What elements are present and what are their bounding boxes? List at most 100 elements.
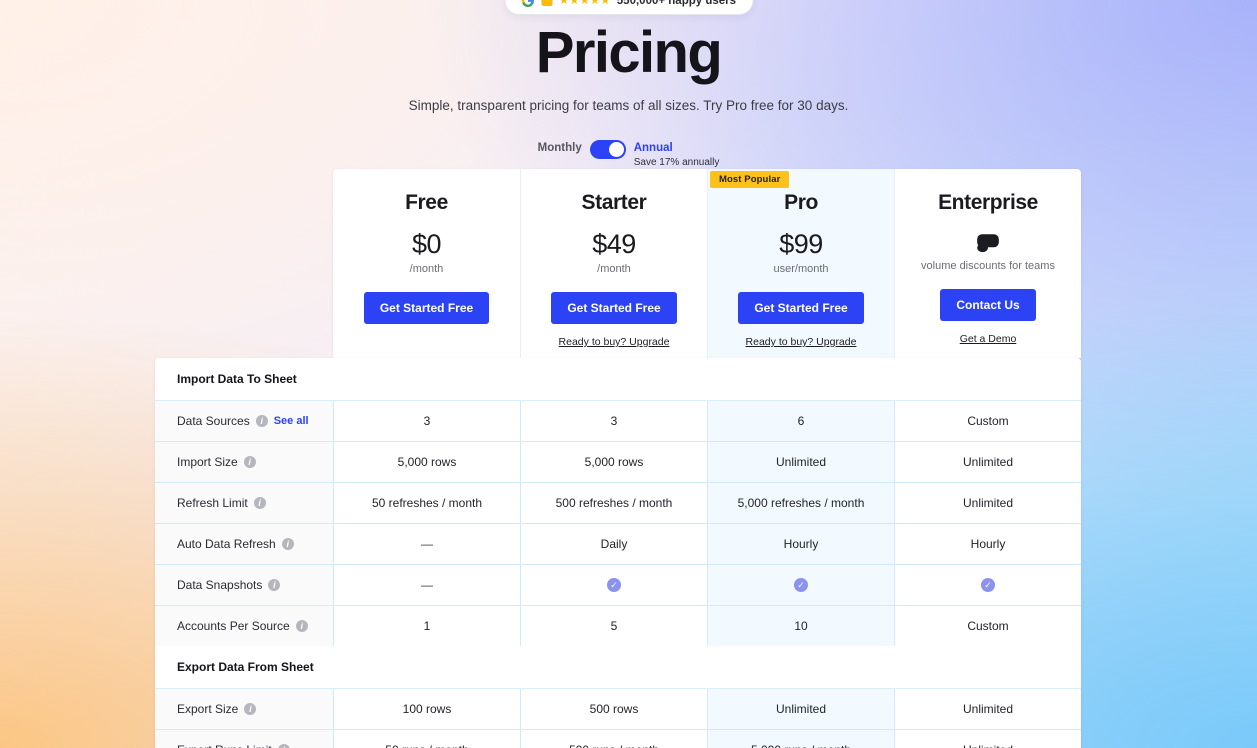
feature-value-cell: 50 runs / month bbox=[333, 729, 520, 748]
feature-value-cell: Custom bbox=[894, 605, 1081, 646]
check-icon: ✓ bbox=[981, 578, 995, 592]
plan-secondary-link[interactable]: Get a Demo bbox=[895, 333, 1081, 345]
plan-cta-button[interactable]: Contact Us bbox=[940, 289, 1036, 321]
feature-label-cell: Import Size i bbox=[155, 441, 333, 482]
plan-name: Free bbox=[405, 191, 448, 214]
feature-label-cell: Accounts Per Source i bbox=[155, 605, 333, 646]
info-icon[interactable]: i bbox=[268, 579, 281, 591]
feature-label: Refresh Limit bbox=[177, 496, 248, 510]
feature-value-cell: 5,000 refreshes / month bbox=[707, 482, 894, 523]
plan-name: Pro bbox=[784, 191, 818, 214]
feature-value-cell: Unlimited bbox=[707, 689, 894, 729]
billing-switch[interactable] bbox=[589, 140, 626, 159]
plan-price-unit: user/month bbox=[773, 263, 829, 275]
table-row: Auto Data Refresh i — Daily Hourly Hourly bbox=[155, 523, 1081, 564]
feature-value-cell: 5,000 rows bbox=[520, 441, 707, 482]
plan-name: Starter bbox=[581, 191, 647, 214]
plan-card-free: Free $0/month Get Started Free bbox=[333, 169, 520, 358]
feature-value-cell: Unlimited bbox=[894, 482, 1081, 523]
plan-price: $0 bbox=[411, 229, 442, 259]
not-included-dash: — bbox=[421, 537, 433, 551]
info-icon[interactable]: i bbox=[253, 497, 266, 509]
feature-value-cell: 500 rows bbox=[520, 689, 707, 729]
feature-label: Accounts Per Source bbox=[177, 619, 290, 633]
plan-secondary-link[interactable]: Ready to buy? Upgrade bbox=[708, 336, 894, 348]
rating-text: 550,000+ happy users bbox=[616, 0, 737, 7]
table-row: Export Size i 100 rows 500 rows Unlimited Unl… bbox=[155, 689, 1081, 729]
feature-label-cell: Export Runs Limit i bbox=[155, 729, 333, 748]
plan-price: $49 bbox=[592, 229, 636, 259]
plan-card-pro: Most Popular Pro $99 user/month Get Started … bbox=[707, 169, 894, 358]
info-icon[interactable]: i bbox=[277, 744, 290, 748]
info-icon[interactable]: i bbox=[243, 456, 256, 468]
plan-cta-button[interactable]: Get Started Free bbox=[363, 292, 490, 324]
info-icon[interactable]: i bbox=[281, 538, 294, 550]
info-icon[interactable]: i bbox=[295, 620, 308, 632]
feature-value-cell: ✓ bbox=[894, 564, 1081, 605]
feature-label-cell: Auto Data Refresh i bbox=[155, 523, 333, 564]
plan-price: $99 bbox=[779, 229, 823, 259]
feature-value-cell: Unlimited bbox=[894, 441, 1081, 482]
feature-label: Data Snapshots bbox=[177, 578, 263, 592]
feature-value-cell: 10 bbox=[707, 605, 894, 646]
billing-toggle[interactable]: Monthly Annual Save 17% annually bbox=[0, 139, 1257, 168]
feature-value-cell: Unlimited bbox=[894, 729, 1081, 748]
feature-value-cell: 500 runs / month bbox=[520, 729, 707, 748]
see-all-link[interactable]: See all bbox=[274, 415, 309, 427]
feature-label-cell: Export Size i bbox=[155, 689, 333, 729]
not-included-dash: — bbox=[421, 578, 433, 592]
annual-save-note: Save 17% annually bbox=[633, 157, 720, 168]
feature-value-cell: Hourly bbox=[707, 523, 894, 564]
plan-price-unit: volume discounts for teams bbox=[921, 260, 1055, 272]
feature-value-cell: 100 rows bbox=[333, 689, 520, 729]
plan-secondary-link[interactable]: Ready to buy? Upgrade bbox=[521, 336, 707, 348]
feature-value-cell: 3 bbox=[333, 401, 520, 441]
table-row: Data Snapshots i — ✓ ✓ ✓ bbox=[155, 564, 1081, 605]
feature-value-cell: 5,000 runs / month bbox=[707, 729, 894, 748]
feature-value-cell: Daily bbox=[520, 523, 707, 564]
feature-label: Auto Data Refresh bbox=[177, 537, 276, 551]
feature-value-cell: Hourly bbox=[894, 523, 1081, 564]
feature-value-cell: 6 bbox=[707, 401, 894, 441]
table-row: Export Runs Limit i 50 runs / month500 run… bbox=[155, 729, 1081, 748]
plan-price-unit: /month bbox=[409, 263, 444, 275]
feature-value-cell: ✓ bbox=[707, 564, 894, 605]
feature-value-cell: 3 bbox=[520, 401, 707, 441]
feature-label: Export Size bbox=[177, 702, 239, 716]
plan-cta-button[interactable]: Get Started Free bbox=[551, 292, 677, 324]
check-icon: ✓ bbox=[607, 578, 621, 592]
table-row: Accounts Per Source i 1 5 10 Custom bbox=[155, 605, 1081, 646]
rating-stars: ★★★★★ bbox=[558, 0, 611, 7]
feature-label: Import Size bbox=[177, 455, 238, 469]
toggle-label-monthly[interactable]: Monthly bbox=[538, 139, 582, 154]
plan-price-unit: /month bbox=[597, 263, 631, 275]
check-icon: ✓ bbox=[794, 578, 808, 592]
feature-value-cell: Unlimited bbox=[894, 689, 1081, 729]
app-store-icon bbox=[540, 0, 553, 7]
feature-value-cell: 50 refreshes / month bbox=[333, 482, 520, 523]
table-row: Refresh Limit i 50 refreshes / month 500 re… bbox=[155, 482, 1081, 523]
most-popular-badge: Most Popular bbox=[710, 171, 790, 188]
feature-value-cell: 1 bbox=[333, 605, 520, 646]
hero-section: ★★★★★ 550,000+ happy users Pricing Simpl… bbox=[0, 0, 1257, 168]
table-row: Data Sources i See all 3 3 6 Custom bbox=[155, 401, 1081, 441]
table-row: Import Size i 5,000 rows 5,000 rows Unlimite… bbox=[155, 441, 1081, 482]
info-icon[interactable]: i bbox=[255, 415, 268, 427]
toggle-label-annual[interactable]: Annual bbox=[634, 139, 673, 154]
rating-badge: ★★★★★ 550,000+ happy users bbox=[503, 0, 754, 15]
feature-value-cell: Unlimited bbox=[707, 441, 894, 482]
table-section-heading: Export Data From Sheet bbox=[155, 646, 1081, 689]
feature-label-cell: Data Sources i See all bbox=[155, 401, 333, 441]
feature-value-cell: 500 refreshes / month bbox=[520, 482, 707, 523]
feature-value-cell: 5 bbox=[520, 605, 707, 646]
feature-label-cell: Data Snapshots i bbox=[155, 564, 333, 605]
switch-knob bbox=[608, 142, 624, 157]
plan-cta-button[interactable]: Get Started Free bbox=[738, 292, 864, 324]
google-logo-icon bbox=[521, 0, 534, 7]
feature-label: Data Sources bbox=[177, 414, 250, 428]
pricing-plan-cards: Free $0/month Get Started Free Starter $49/m… bbox=[333, 169, 1081, 358]
feature-label: Export Runs Limit bbox=[177, 743, 272, 748]
info-icon[interactable]: i bbox=[244, 703, 257, 715]
plan-card-starter: Starter $49/month Get Started Free Ready to… bbox=[520, 169, 707, 358]
feature-value-cell: ✓ bbox=[520, 564, 707, 605]
